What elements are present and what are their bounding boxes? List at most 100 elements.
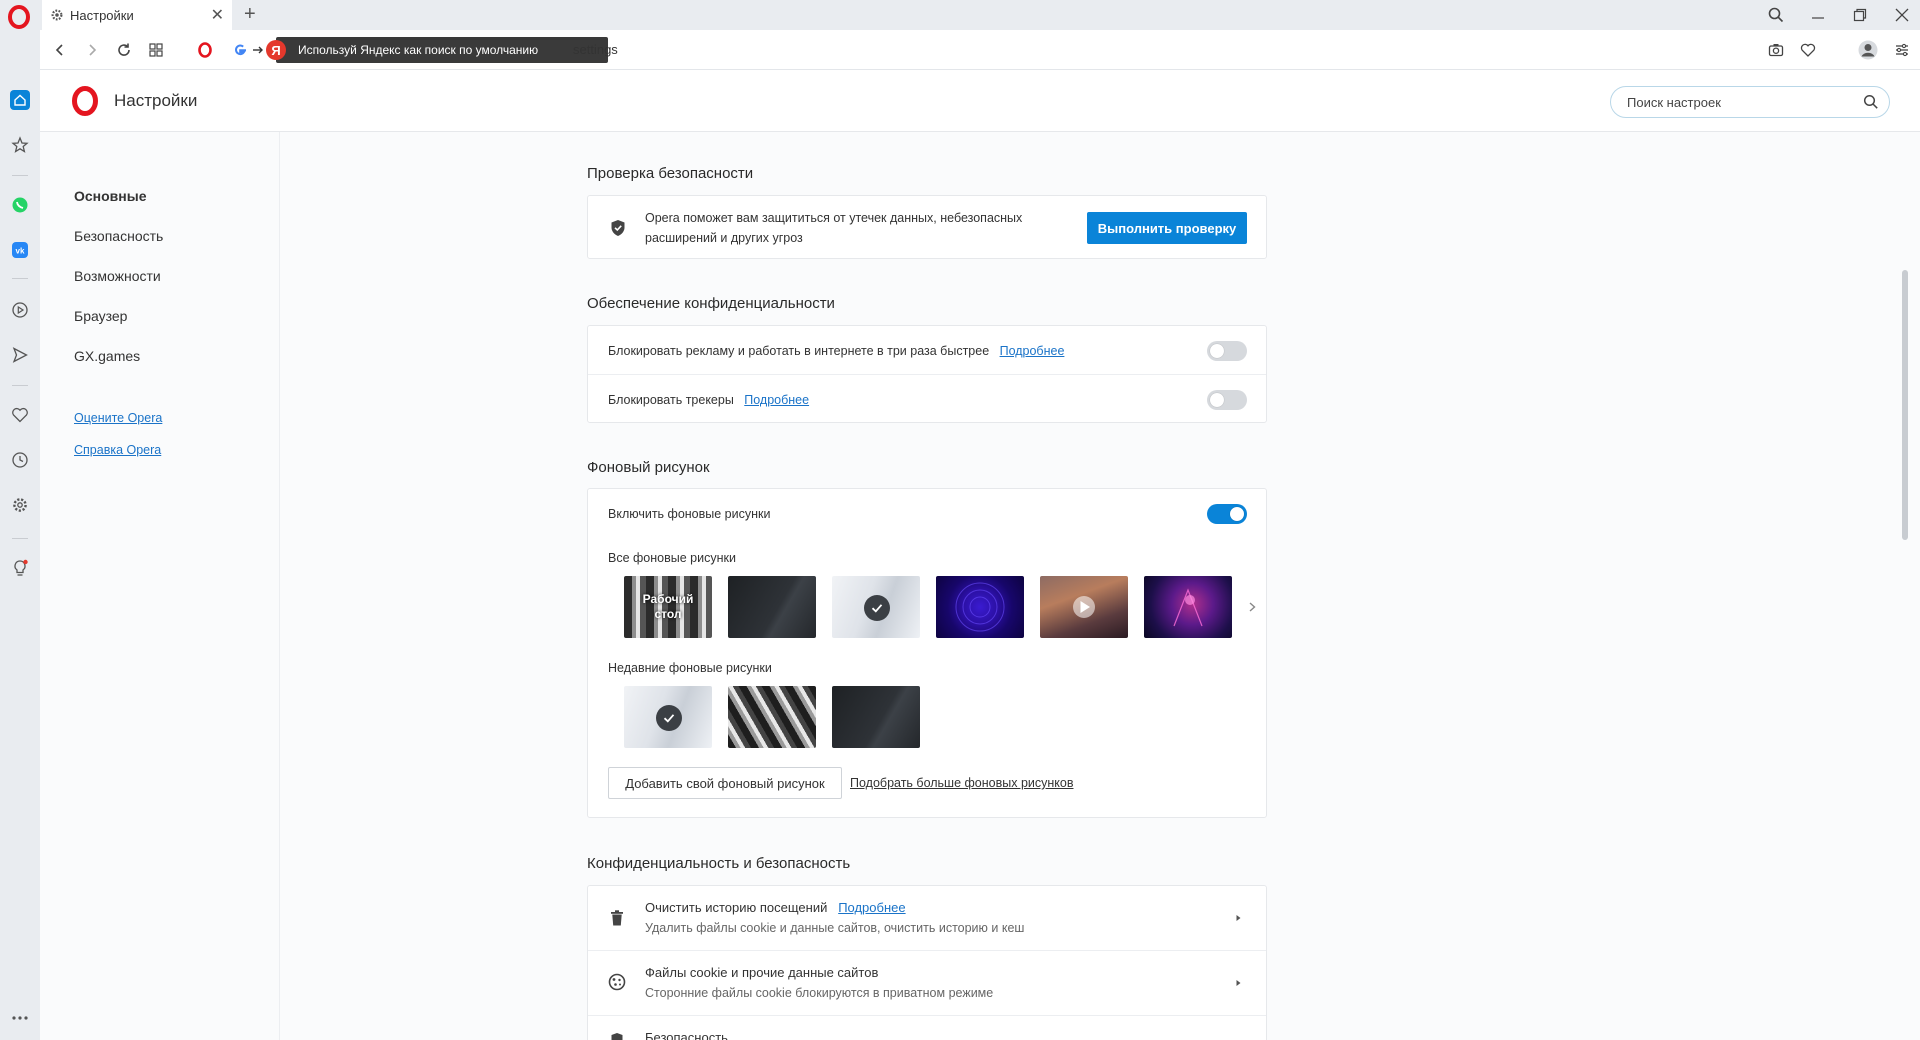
opera-logo-icon <box>72 86 98 116</box>
forward-icon[interactable] <box>82 40 102 60</box>
recent-wallpaper-pattern[interactable] <box>728 686 816 748</box>
tracker-blocker-more-link[interactable]: Подробнее <box>744 393 809 407</box>
search-tabs-icon[interactable] <box>1768 7 1784 23</box>
svg-text:vk: vk <box>16 247 25 256</box>
opera-menu-icon[interactable] <box>7 5 31 29</box>
wallpaper-thumb-desktop[interactable]: Рабочий стол <box>624 576 712 638</box>
yandex-icon[interactable]: Я <box>266 40 286 60</box>
ad-blocker-more-link[interactable]: Подробнее <box>1000 344 1065 358</box>
easy-setup-menu-icon[interactable] <box>1894 42 1910 63</box>
shield-icon <box>611 1033 623 1040</box>
history-clock-icon[interactable] <box>10 450 30 470</box>
neon-figure-art <box>1173 588 1203 627</box>
tab-title: Настройки <box>70 7 134 23</box>
clear-history-subtitle: Удалить файлы cookie и данные сайтов, оч… <box>645 921 1025 935</box>
enable-wallpapers-toggle[interactable] <box>1207 504 1247 524</box>
sidebar-separator <box>12 538 28 539</box>
clear-history-row[interactable]: Очистить историю посещений Подробнее Уда… <box>588 886 1266 950</box>
security-row[interactable]: Безопасность <box>588 1016 1266 1040</box>
minimize-icon[interactable] <box>1810 7 1826 23</box>
clear-history-title: Очистить историю посещений <box>645 900 828 915</box>
my-flow-heart-icon[interactable] <box>10 405 30 425</box>
url-field[interactable]: settings <box>573 42 618 57</box>
clear-history-more-link[interactable]: Подробнее <box>838 900 905 915</box>
settings-gear-icon[interactable] <box>10 495 30 515</box>
tab-grid-icon[interactable] <box>146 40 166 60</box>
recent-wallpaper-dark[interactable] <box>832 686 920 748</box>
ad-blocker-toggle[interactable] <box>1207 341 1247 361</box>
send-icon[interactable] <box>10 345 30 365</box>
safety-check-card: Opera поможет вам защититься от утечек д… <box>587 195 1267 259</box>
rate-opera-link[interactable]: Оцените Opera <box>74 411 162 425</box>
wallpaper-card: Включить фоновые рисунки Все фоновые рис… <box>587 488 1267 818</box>
vk-icon[interactable]: vk <box>10 240 30 260</box>
tips-lightbulb-icon[interactable] <box>10 558 30 578</box>
address-bar: Я Используй Яндекс как поиск по умолчани… <box>40 30 1920 70</box>
sidebar: vk <box>0 30 40 1040</box>
close-window-icon[interactable] <box>1894 7 1910 23</box>
wallpaper-thumb-dark[interactable] <box>728 576 816 638</box>
recent-wallpaper-light-selected[interactable] <box>624 686 712 748</box>
nav-item-gx-games[interactable]: GX.games <box>74 348 140 364</box>
wallpaper-thumb-light-selected[interactable] <box>832 576 920 638</box>
all-wallpapers-label: Все фоновые рисунки <box>608 551 736 565</box>
close-tab-icon[interactable]: ✕ <box>211 5 224 25</box>
tracker-blocker-label: Блокировать трекеры <box>608 393 734 407</box>
snapshot-icon[interactable] <box>1768 42 1784 63</box>
player-icon[interactable] <box>10 300 30 320</box>
wallpaper-thumb-purple[interactable] <box>936 576 1024 638</box>
opera-help-link[interactable]: Справка Opera <box>74 443 161 457</box>
more-options-icon[interactable] <box>10 1008 30 1028</box>
wallpaper-thumb-neon[interactable] <box>1144 576 1232 638</box>
sidebar-separator <box>12 385 28 386</box>
opera-site-icon <box>195 40 215 60</box>
reload-icon[interactable] <box>114 40 134 60</box>
enable-wallpapers-label: Включить фоновые рисунки <box>608 507 771 521</box>
nav-item-features[interactable]: Возможности <box>74 268 161 284</box>
section-title-privacy-security: Конфиденциальность и безопасность <box>587 855 851 872</box>
settings-search[interactable] <box>1610 86 1890 118</box>
ad-blocker-row: Блокировать рекламу и работать в интерне… <box>608 344 1064 358</box>
speed-dial-home-icon[interactable] <box>10 90 30 110</box>
new-tab-button[interactable]: + <box>244 3 256 26</box>
nav-item-basic[interactable]: Основные <box>74 188 147 204</box>
google-icon[interactable] <box>230 40 250 60</box>
settings-header: Настройки <box>40 70 1920 132</box>
run-safety-check-button[interactable]: Выполнить проверку <box>1087 212 1247 244</box>
tracker-blocker-toggle[interactable] <box>1207 390 1247 410</box>
purple-rings-art <box>955 582 1005 632</box>
content-scrollbar[interactable] <box>1902 270 1908 540</box>
profile-avatar-icon[interactable] <box>1858 40 1878 65</box>
settings-content: Проверка безопасности Opera поможет вам … <box>280 132 1910 1040</box>
cookies-subtitle: Сторонние файлы cookie блокируются в при… <box>645 986 994 1000</box>
nav-item-security[interactable]: Безопасность <box>74 228 163 244</box>
bookmarks-star-icon[interactable] <box>10 135 30 155</box>
whatsapp-icon[interactable] <box>10 195 30 215</box>
restore-icon[interactable] <box>1852 7 1868 23</box>
back-icon[interactable] <box>50 40 70 60</box>
section-title-privacy: Обеспечение конфиденциальности <box>587 295 835 312</box>
tab-settings[interactable]: Настройки ✕ <box>42 0 232 30</box>
ad-blocker-label: Блокировать рекламу и работать в интерне… <box>608 344 990 358</box>
safety-check-text-line2: расширений и других угроз <box>645 231 803 245</box>
settings-nav: Основные Безопасность Возможности Браузе… <box>40 132 280 1040</box>
cookies-row[interactable]: Файлы cookie и прочие данные сайтов Стор… <box>588 951 1266 1015</box>
privacy-security-card: Очистить историю посещений Подробнее Уда… <box>587 885 1267 1040</box>
tracker-blocker-row: Блокировать трекеры Подробнее <box>608 393 809 407</box>
search-input[interactable] <box>1627 93 1847 111</box>
bookmark-heart-icon[interactable] <box>1800 42 1816 63</box>
search-icon[interactable] <box>1863 94 1879 110</box>
cookies-title: Файлы cookie и прочие данные сайтов <box>645 965 879 980</box>
chevron-right-icon <box>1236 980 1241 986</box>
nav-item-browser[interactable]: Браузер <box>74 308 127 324</box>
address-bar-tools <box>1768 40 1910 65</box>
yandex-search-tooltip[interactable]: Используй Яндекс как поиск по умолчанию <box>276 37 608 63</box>
next-wallpapers-chevron-icon[interactable] <box>1246 601 1258 613</box>
checkmark-icon <box>864 595 890 621</box>
security-title: Безопасность <box>645 1030 728 1040</box>
more-wallpapers-link[interactable]: Подобрать больше фоновых рисунков <box>850 776 1073 790</box>
wallpaper-thumb-animated[interactable] <box>1040 576 1128 638</box>
page-title: Настройки <box>114 91 198 110</box>
row-divider <box>588 374 1266 375</box>
add-wallpaper-button[interactable]: Добавить свой фоновый рисунок <box>608 767 842 799</box>
